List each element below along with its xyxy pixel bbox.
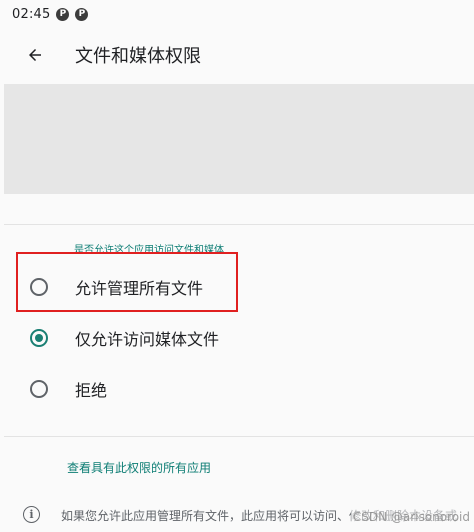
radio-button[interactable] [30, 380, 48, 398]
option-allow-media-only[interactable]: 仅允许访问媒体文件 [0, 313, 474, 363]
radio-button-checked[interactable] [30, 329, 48, 347]
info-icon: i [23, 506, 40, 523]
option-label: 拒绝 [75, 381, 108, 400]
option-label: 仅允许访问媒体文件 [75, 330, 220, 349]
divider [4, 436, 474, 437]
view-all-apps-link[interactable]: 查看具有此权限的所有应用 [67, 459, 211, 476]
arrow-back-icon [29, 49, 41, 61]
highlight-annotation [16, 252, 238, 312]
top-app-bar: 文件和媒体权限 [0, 28, 474, 82]
status-bar: 02:45 P P [0, 0, 474, 28]
app-notification-icon: P [75, 7, 89, 21]
back-button[interactable] [13, 33, 57, 77]
option-deny[interactable]: 拒绝 [0, 364, 474, 414]
permission-screen: 02:45 P P 文件和媒体权限 是否允许这个应用访问文件和媒体 允许管理所有… [0, 0, 474, 532]
status-time: 02:45 [12, 6, 51, 22]
divider [4, 224, 474, 225]
app-notification-icon: P [56, 7, 70, 21]
page-title: 文件和媒体权限 [75, 46, 201, 67]
app-header-placeholder [4, 84, 474, 194]
watermark: CSDN @arisonoroid [350, 510, 472, 524]
